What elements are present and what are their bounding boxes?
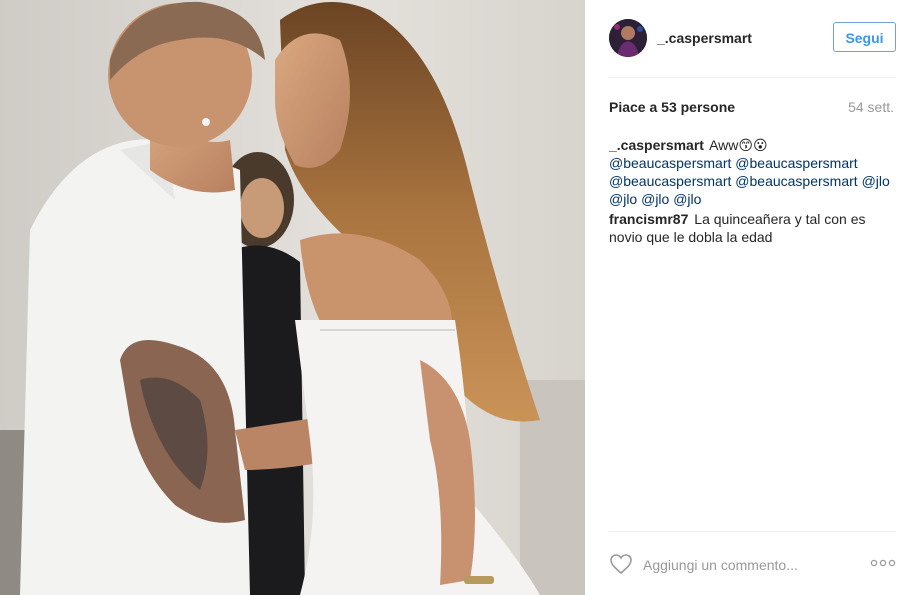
comments-list: _.caspersmart Aww😙😮 @beaucaspersmart @be…: [609, 136, 894, 248]
follow-button[interactable]: Segui: [833, 22, 896, 52]
divider: [609, 531, 896, 532]
post-sidebar: _.caspersmart Segui Piace a 53 persone 5…: [585, 0, 898, 595]
post-age[interactable]: 54 sett.: [848, 99, 894, 115]
mention-link[interactable]: @beaucaspersmart: [609, 173, 731, 189]
mention-link[interactable]: @jlo: [641, 191, 669, 207]
comment: francismr87 La quinceañera y tal con es …: [609, 210, 894, 246]
mention-link[interactable]: @beaucaspersmart: [735, 173, 857, 189]
mention-link[interactable]: @jlo: [673, 191, 701, 207]
comment-username[interactable]: francismr87: [609, 211, 688, 227]
mention-link[interactable]: @beaucaspersmart: [609, 155, 731, 171]
avatar[interactable]: [609, 19, 647, 57]
avatar-image: [609, 19, 647, 57]
likes-count[interactable]: Piace a 53 persone: [609, 99, 735, 115]
mention-link[interactable]: @beaucaspersmart: [735, 155, 857, 171]
photo-image: [0, 0, 585, 595]
heart-outline-icon[interactable]: [609, 553, 633, 575]
username[interactable]: _.caspersmart: [657, 30, 752, 46]
mention-link[interactable]: @jlo: [609, 191, 637, 207]
comment: _.caspersmart Aww😙😮 @beaucaspersmart @be…: [609, 136, 894, 208]
comment-text: Aww😙😮: [709, 137, 768, 153]
comment-input[interactable]: [643, 556, 863, 574]
post-header: _.caspersmart Segui: [609, 18, 896, 58]
more-options-icon[interactable]: [870, 556, 896, 570]
mention-link[interactable]: @jlo: [862, 173, 890, 189]
post-photo[interactable]: [0, 0, 585, 595]
divider: [609, 77, 896, 78]
comment-username[interactable]: _.caspersmart: [609, 137, 704, 153]
